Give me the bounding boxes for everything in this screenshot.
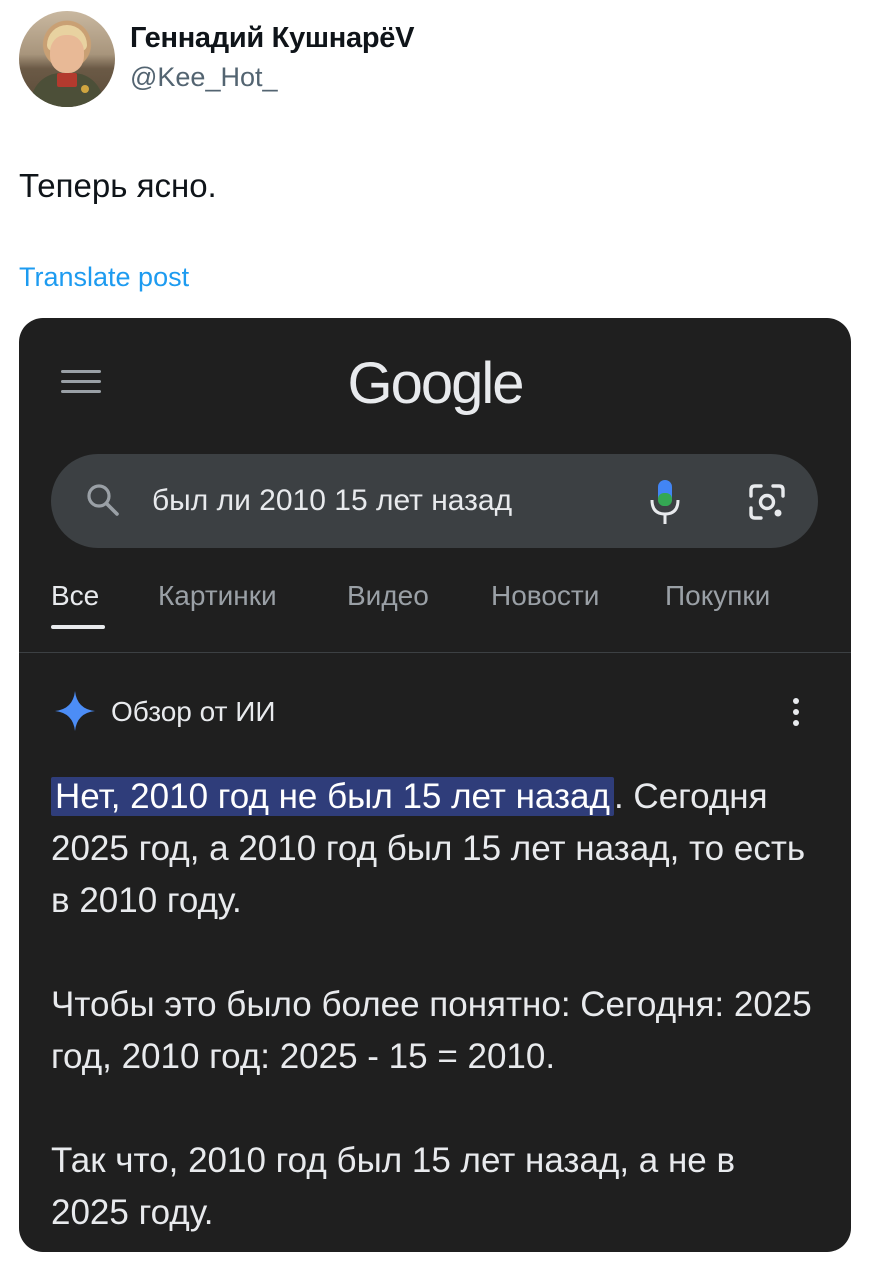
microphone-icon xyxy=(650,480,680,524)
google-logo: Google xyxy=(347,351,524,416)
gemini-sparkle-icon xyxy=(55,691,95,731)
tab-images[interactable]: Картинки xyxy=(158,580,277,612)
tab-video[interactable]: Видео xyxy=(347,580,429,612)
search-bar: был ли 2010 15 лет назад xyxy=(51,454,818,548)
tab-news[interactable]: Новости xyxy=(491,580,599,612)
tab-shopping[interactable]: Покупки xyxy=(665,580,770,612)
google-lens-icon xyxy=(749,484,785,520)
attached-screenshot[interactable]: Google был ли 2010 15 лет назад Все Карт… xyxy=(19,318,851,1252)
ai-overview-answer: Нет, 2010 год не был 15 лет назад. Сегод… xyxy=(51,771,821,1239)
search-tabs: Все Картинки Видео Новости Покупки xyxy=(51,580,831,630)
answer-paragraph-1: Нет, 2010 год не был 15 лет назад. Сегод… xyxy=(51,771,821,927)
author-avatar[interactable] xyxy=(19,11,115,107)
active-tab-indicator xyxy=(51,625,105,629)
search-icon xyxy=(87,484,119,516)
answer-highlight: Нет, 2010 год не был 15 лет назад xyxy=(51,777,614,816)
translate-post-link[interactable]: Translate post xyxy=(19,262,189,293)
more-vertical-icon[interactable] xyxy=(791,698,801,732)
author-handle[interactable]: @Kee_Hot_ xyxy=(130,62,278,93)
answer-paragraph-2: Чтобы это было более понятно: Сегодня: 2… xyxy=(51,985,812,1076)
tabs-divider xyxy=(19,652,851,653)
search-query: был ли 2010 15 лет назад xyxy=(152,484,513,517)
ai-overview-title: Обзор от ИИ xyxy=(111,696,276,727)
answer-paragraph-3: Так что, 2010 год был 15 лет назад, а не… xyxy=(51,1141,736,1232)
author-name[interactable]: Геннадий КушнарёV xyxy=(130,22,414,55)
answer-period: . xyxy=(613,777,624,816)
tweet-text: Теперь ясно. xyxy=(19,167,217,204)
tab-all[interactable]: Все xyxy=(51,580,99,612)
